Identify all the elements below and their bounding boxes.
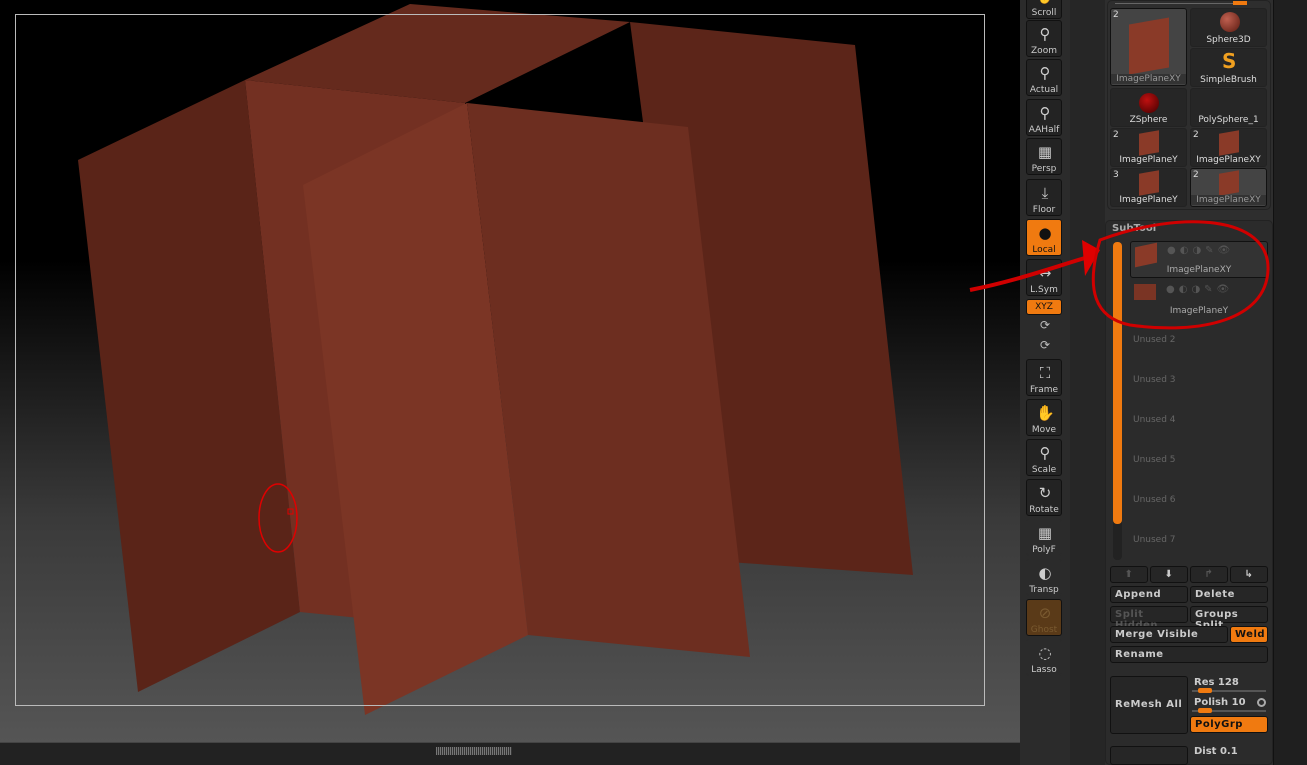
project-all-button[interactable] [1110, 746, 1188, 765]
scale-icon: ⚲ [1039, 444, 1051, 462]
actual-icon: ⚲ [1039, 64, 1051, 82]
right-scroll-edge[interactable] [1273, 0, 1307, 765]
move-down-button[interactable]: ⬇ [1150, 566, 1188, 583]
move-in-button[interactable]: ↳ [1230, 566, 1268, 583]
tool-thumb-simplebrush[interactable]: S SimpleBrush [1190, 48, 1267, 87]
merge-visible-button[interactable]: Merge Visible [1110, 626, 1228, 643]
remesh-all-button[interactable]: ReMesh All [1110, 676, 1188, 734]
zoom-icon: ⚲ [1039, 25, 1051, 43]
polygrp-toggle[interactable]: PolyGrp [1190, 716, 1268, 733]
local-icon: ● [1038, 224, 1052, 242]
actual-button[interactable]: ⚲ Actual [1026, 59, 1062, 96]
groups-split-button[interactable]: Groups Split [1190, 606, 1268, 631]
perspective-icon: ▦ [1037, 143, 1053, 161]
tool-thumb-sphere3d[interactable]: Sphere3D [1190, 8, 1267, 47]
aahalf-icon: ⚲ [1039, 104, 1051, 122]
tool-thumb-zsphere[interactable]: ZSphere [1110, 88, 1187, 127]
tool-thumb-imageplaney[interactable]: 3 ImagePlaneY [1110, 168, 1187, 207]
res-slider[interactable] [1192, 688, 1266, 693]
document-frame [15, 14, 985, 706]
local-symmetry-icon: ↔ [1038, 264, 1052, 282]
subtool-item[interactable]: Unused 6 [1130, 481, 1268, 518]
subtool-toggle-icons[interactable]: ●◐◑✎👁 [1167, 245, 1234, 256]
arrow-turn-icon: ↱ [1204, 569, 1214, 580]
lasso-icon: ◌ [1038, 644, 1052, 662]
polyf-button[interactable]: ▦ PolyF [1026, 519, 1062, 556]
aahalf-button[interactable]: ⚲ AAHalf [1026, 99, 1062, 136]
rotate-icon: ↻ [1038, 484, 1052, 502]
tool-thumb-imageplanexy[interactable]: 2 ImagePlaneXY [1190, 128, 1267, 167]
persp-button[interactable]: ▦ Persp [1026, 138, 1062, 175]
polish-toggle[interactable] [1257, 698, 1266, 707]
xyz-button[interactable]: XYZ [1026, 299, 1062, 315]
tool-thumb-imageplaney[interactable]: 2 ImagePlaneY [1110, 128, 1187, 167]
subtool-item-active[interactable]: ●◐◑✎👁 ImagePlaneXY [1130, 241, 1268, 278]
subtool-item[interactable]: ●◐◑✎👁 ImagePlaneY [1130, 281, 1268, 318]
subtool-item[interactable]: Unused 7 [1130, 521, 1268, 558]
z-rotate-icon[interactable]: ⟳ [1040, 338, 1050, 352]
bottom-shelf [0, 742, 1020, 765]
subtool-item[interactable]: Unused 5 [1130, 441, 1268, 478]
shelf-grip-handle[interactable] [436, 747, 512, 755]
scroll-button[interactable]: ✋Scroll [1026, 0, 1062, 19]
simplebrush-icon: S [1222, 49, 1237, 73]
split-hidden-button[interactable]: Split Hidden [1110, 606, 1188, 631]
move-up-button[interactable]: ⬆ [1110, 566, 1148, 583]
right-shelf: ✋Scroll ⚲Zoom ⚲Actual ⚲AAHalf ▦Persp ⤓Fl… [1020, 0, 1070, 765]
append-button[interactable]: Append [1110, 586, 1188, 603]
tool-thumb-imageplanexy[interactable]: 2 ImagePlaneXY [1110, 8, 1187, 86]
floor-button[interactable]: ⤓ Floor [1026, 179, 1062, 216]
delete-button[interactable]: Delete [1190, 586, 1268, 603]
weld-toggle[interactable]: Weld [1230, 626, 1268, 643]
polyframe-icon: ▦ [1037, 524, 1053, 542]
ghost-icon: ⊘ [1038, 604, 1052, 622]
frame-icon: ⛶ [1039, 364, 1051, 382]
scale-button[interactable]: ⚲ Scale [1026, 439, 1062, 476]
canvas-viewport[interactable] [0, 0, 1020, 742]
scroll-icon: ✋ [1036, 0, 1055, 5]
rename-button[interactable]: Rename [1110, 646, 1268, 663]
transp-button[interactable]: ◐ Transp [1026, 559, 1062, 596]
subtool-item[interactable]: Unused 2 [1130, 321, 1268, 358]
tool-thumb-imageplanexy[interactable]: 2 ImagePlaneXY [1190, 168, 1267, 207]
arrow-up-icon: ⬆ [1124, 569, 1134, 580]
dist-slider-label: Dist 0.1 [1194, 746, 1238, 757]
res-slider-label: Res 128 [1194, 677, 1239, 688]
arrow-return-icon: ↳ [1244, 569, 1254, 580]
y-rotate-icon[interactable]: ⟳ [1040, 318, 1050, 332]
panel-divider[interactable] [1070, 0, 1105, 765]
lasso-button[interactable]: ◌ Lasso [1026, 639, 1062, 676]
move-button[interactable]: ✋ Move [1026, 399, 1062, 436]
frame-button[interactable]: ⛶ Frame [1026, 359, 1062, 396]
tool-thumb-polysphere[interactable]: PolySphere_1 [1190, 88, 1267, 127]
subtool-item[interactable]: Unused 3 [1130, 361, 1268, 398]
polish-slider[interactable] [1192, 708, 1266, 713]
subtool-toggle-icons[interactable]: ●◐◑✎👁 [1166, 284, 1233, 295]
subtool-scrollbar[interactable] [1113, 242, 1122, 560]
arrow-down-icon: ⬇ [1164, 569, 1174, 580]
polish-slider-label: Polish 10 [1194, 697, 1246, 708]
zoom-button[interactable]: ⚲ Zoom [1026, 20, 1062, 57]
local-button[interactable]: ● Local [1026, 219, 1062, 256]
rotate-button[interactable]: ↻ Rotate [1026, 479, 1062, 516]
floor-icon: ⤓ [1041, 184, 1049, 202]
ghost-button[interactable]: ⊘ Ghost [1026, 599, 1062, 636]
move-out-button[interactable]: ↱ [1190, 566, 1228, 583]
move-icon: ✋ [1036, 404, 1055, 422]
lsym-button[interactable]: ↔ L.Sym [1026, 259, 1062, 296]
subtool-title: SubTool [1112, 223, 1157, 234]
transparency-icon: ◐ [1038, 564, 1052, 582]
subtool-item[interactable]: Unused 4 [1130, 401, 1268, 438]
